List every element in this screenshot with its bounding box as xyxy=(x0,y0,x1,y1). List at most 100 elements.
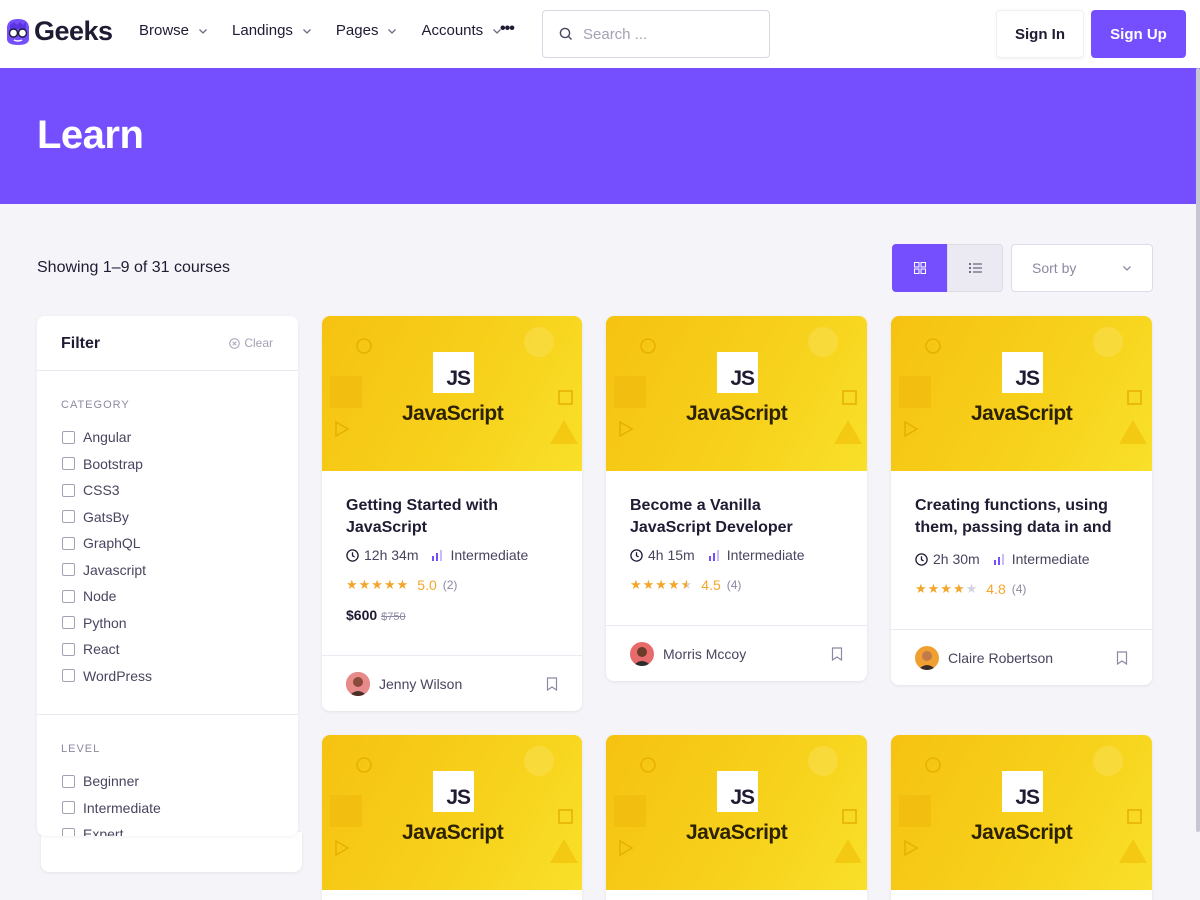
course-duration: 12h 34m xyxy=(346,547,418,563)
course-image[interactable]: JS JavaScript xyxy=(891,735,1152,890)
list-view-button[interactable] xyxy=(947,244,1003,292)
chevron-down-icon xyxy=(388,28,397,34)
course-image[interactable]: JS JavaScript xyxy=(891,316,1152,471)
category-option[interactable]: React xyxy=(62,636,152,663)
course-level: Intermediate xyxy=(708,547,805,563)
checkbox[interactable] xyxy=(62,457,75,471)
course-card-body: Getting Started with JavaScript 12h 34m … xyxy=(322,471,582,623)
bookmark-icon[interactable] xyxy=(546,676,558,691)
nav-pages[interactable]: Pages xyxy=(336,22,398,39)
more-dots-icon[interactable]: ••• xyxy=(500,20,515,38)
course-title[interactable]: Getting Started with JavaScript xyxy=(346,495,558,539)
search-input[interactable] xyxy=(583,25,753,43)
checkbox[interactable] xyxy=(62,801,75,815)
page-scrollbar[interactable] xyxy=(1196,68,1200,832)
checkbox[interactable] xyxy=(62,430,75,444)
category-option-label: Javascript xyxy=(83,561,147,578)
avatar[interactable] xyxy=(915,645,939,670)
author-name[interactable]: Claire Robertson xyxy=(948,650,1116,666)
category-option[interactable]: CSS3 xyxy=(62,477,152,504)
course-card[interactable]: JS JavaScript Become a Vanilla JavaScrip… xyxy=(606,316,867,681)
course-meta: 4h 15m Intermediate xyxy=(630,547,843,563)
sign-in-button[interactable]: Sign In xyxy=(996,10,1084,58)
filter-divider xyxy=(37,714,298,715)
course-rating: ★★★★★ 4.5 (4) xyxy=(630,577,843,593)
course-image[interactable]: JS JavaScript xyxy=(322,316,582,471)
avatar[interactable] xyxy=(346,671,370,696)
course-card-body: Become a Vanilla JavaScript Developer 4h… xyxy=(606,471,867,593)
course-level-text: Intermediate xyxy=(450,547,529,563)
course-card[interactable]: JS JavaScript Getting Started with JavaS… xyxy=(322,316,582,711)
author-name[interactable]: Jenny Wilson xyxy=(379,676,546,692)
level-option[interactable]: Beginner xyxy=(62,768,161,795)
nav-browse[interactable]: Browse xyxy=(139,22,208,39)
nav-accounts-label: Accounts xyxy=(421,22,484,39)
filter-title: Filter xyxy=(61,335,101,352)
checkbox[interactable] xyxy=(62,483,75,497)
avatar-image xyxy=(346,671,370,696)
course-image[interactable]: JS JavaScript xyxy=(606,735,867,890)
course-image-decoration xyxy=(614,327,862,444)
nav-landings-label: Landings xyxy=(232,22,293,39)
checkbox[interactable] xyxy=(62,510,75,524)
checkbox[interactable] xyxy=(62,669,75,683)
bookmark-icon[interactable] xyxy=(831,646,843,661)
checkbox[interactable] xyxy=(62,642,75,656)
category-option[interactable]: Bootstrap xyxy=(62,451,152,478)
nav-pages-label: Pages xyxy=(335,22,379,39)
search-icon xyxy=(559,27,572,40)
checkbox[interactable] xyxy=(62,589,75,603)
category-option[interactable]: Node xyxy=(62,583,152,610)
clear-icon xyxy=(229,337,241,349)
filter-clear-button[interactable]: Clear xyxy=(229,336,273,350)
level-option[interactable]: Intermediate xyxy=(62,795,161,822)
avatar[interactable] xyxy=(630,641,654,666)
course-level: Intermediate xyxy=(432,547,528,563)
course-image[interactable]: JS JavaScript xyxy=(322,735,582,890)
course-card[interactable]: JS JavaScript Creating functions, using … xyxy=(891,316,1152,685)
search-box[interactable] xyxy=(542,10,770,58)
grid-view-button[interactable] xyxy=(892,244,948,292)
category-option[interactable]: GatsBy xyxy=(62,504,152,531)
checkbox[interactable] xyxy=(62,774,75,788)
course-image-decoration xyxy=(330,327,578,444)
nav-accounts[interactable]: Accounts xyxy=(421,22,502,39)
checkbox[interactable] xyxy=(62,616,75,630)
level-option-label: Beginner xyxy=(83,773,140,790)
checkbox[interactable] xyxy=(62,563,75,577)
brand-logo[interactable]: Geeks xyxy=(4,16,113,47)
filter-panel: Filter Clear CATEGORY Angular Bootstrap … xyxy=(37,316,298,836)
chevron-down-icon xyxy=(1123,266,1131,271)
course-card[interactable]: JS JavaScript xyxy=(606,735,867,900)
rating-count: (2) xyxy=(442,578,458,592)
sign-up-button[interactable]: Sign Up xyxy=(1091,10,1186,58)
category-option[interactable]: WordPress xyxy=(62,663,152,690)
filter-panel-shadow xyxy=(41,832,302,872)
category-list: Angular Bootstrap CSS3 GatsBy GraphQL Ja… xyxy=(62,424,152,689)
category-option[interactable]: GraphQL xyxy=(62,530,152,557)
old-price: $750 xyxy=(381,611,406,623)
course-title[interactable]: Become a Vanilla JavaScript Developer xyxy=(630,495,843,539)
sort-by-select[interactable]: Sort by xyxy=(1011,244,1153,292)
category-option[interactable]: Javascript xyxy=(62,557,152,584)
js-logo-text: JS xyxy=(446,786,471,809)
level-option[interactable]: Expert xyxy=(62,821,161,836)
course-level: Intermediate xyxy=(993,551,1090,567)
course-card[interactable]: JS JavaScript xyxy=(322,735,582,900)
category-option[interactable]: Python xyxy=(62,610,152,637)
nav-landings[interactable]: Landings xyxy=(232,22,312,39)
category-option-label: Bootstrap xyxy=(83,455,143,472)
category-option-label: Python xyxy=(83,614,127,631)
sort-by-label: Sort by xyxy=(1032,260,1077,276)
bookmark-icon[interactable] xyxy=(1116,650,1128,665)
author-name[interactable]: Morris Mccoy xyxy=(663,646,831,662)
course-image[interactable]: JS JavaScript xyxy=(606,316,867,471)
course-card[interactable]: JS JavaScript xyxy=(891,735,1152,900)
js-logo-badge: JS xyxy=(717,771,758,812)
checkbox[interactable] xyxy=(62,827,75,836)
category-option[interactable]: Angular xyxy=(62,424,152,451)
course-title[interactable]: Creating functions, using them, passing … xyxy=(915,495,1128,539)
checkbox[interactable] xyxy=(62,536,75,550)
course-image-label: JavaScript xyxy=(402,821,504,844)
js-logo-badge: JS xyxy=(1002,771,1043,812)
